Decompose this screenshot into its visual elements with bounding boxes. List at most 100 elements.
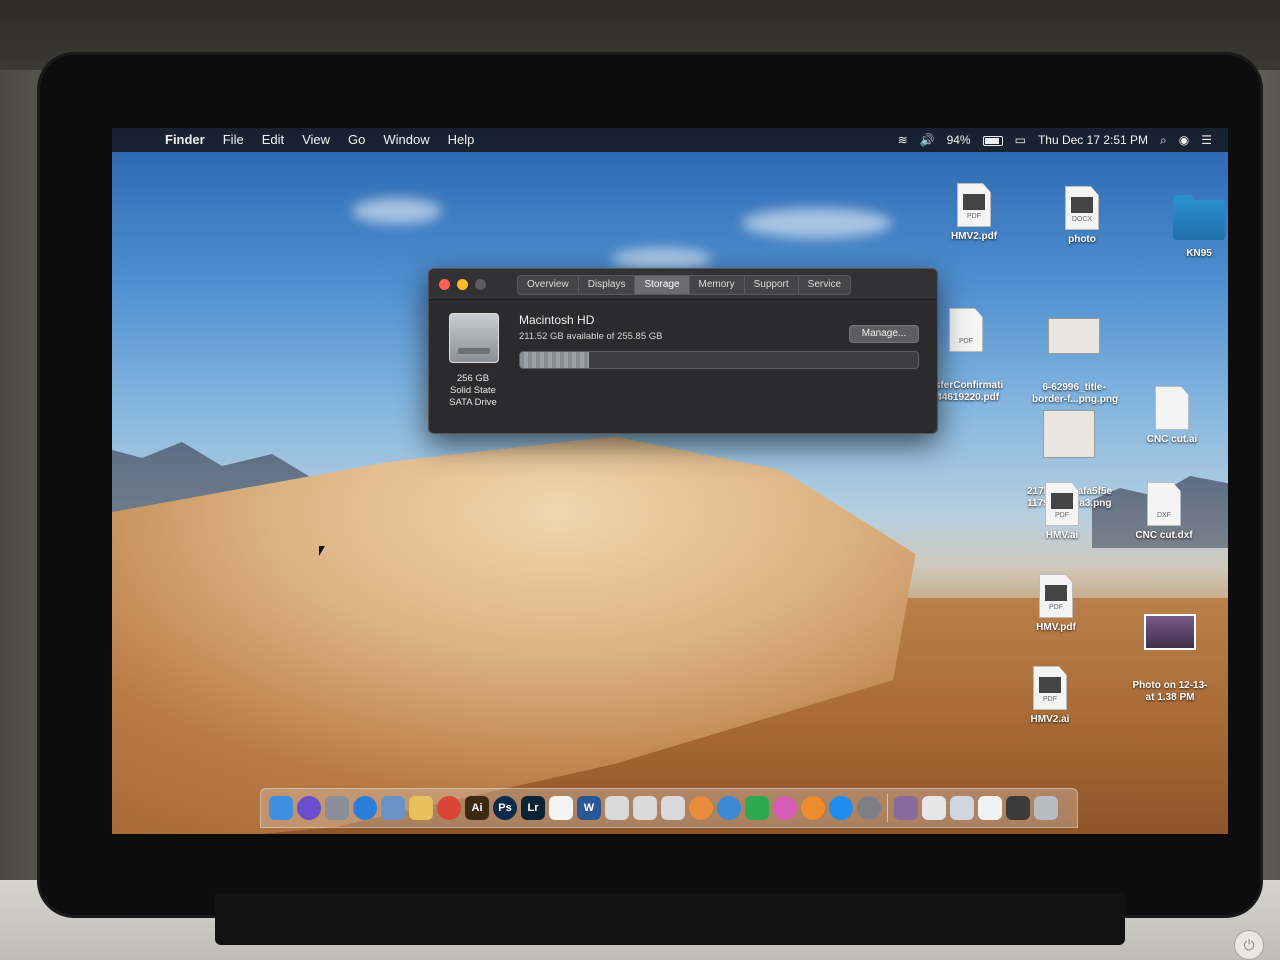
- siri-icon[interactable]: [297, 796, 321, 820]
- window-titlebar: Overview Displays Storage Memory Support…: [429, 269, 937, 300]
- finder-icon[interactable]: [269, 796, 293, 820]
- numbers-icon[interactable]: [633, 796, 657, 820]
- zoom-button[interactable]: [475, 279, 486, 290]
- disk-name: Macintosh HD: [519, 313, 595, 327]
- about-this-mac-window: Overview Displays Storage Memory Support…: [428, 268, 938, 434]
- lightroom-icon[interactable]: Lr: [521, 796, 545, 820]
- chart-app-icon[interactable]: [661, 796, 685, 820]
- drive-capacity: 256 GB: [456, 373, 490, 384]
- folder-label: KN95: [1186, 248, 1212, 259]
- file-label: Photo on 12-13- at 1.38 PM: [1132, 680, 1208, 703]
- battery-icon[interactable]: [977, 133, 1009, 147]
- trash-icon[interactable]: [1034, 796, 1058, 820]
- file-icon[interactable]: [978, 796, 1002, 820]
- window-icon[interactable]: [950, 796, 974, 820]
- file-label: photo: [1068, 234, 1096, 245]
- battery-percent[interactable]: 94%: [941, 133, 977, 147]
- tab-support[interactable]: Support: [744, 276, 799, 294]
- tab-bar: Overview Displays Storage Memory Support…: [517, 275, 852, 295]
- wifi-icon[interactable]: ≋: [892, 133, 914, 147]
- desktop-folder[interactable]: KN95: [1157, 195, 1228, 260]
- cloud: [352, 198, 442, 224]
- preview-icon[interactable]: [381, 796, 405, 820]
- drive-description: 256 GB Solid State SATA Drive: [435, 373, 511, 409]
- menu-go[interactable]: Go: [339, 128, 374, 152]
- photo-booth-icon[interactable]: [894, 796, 918, 820]
- desktop-file[interactable]: DOCX photo: [1040, 186, 1124, 246]
- globe-icon[interactable]: [717, 796, 741, 820]
- tab-storage[interactable]: Storage: [635, 276, 690, 294]
- app-store-icon[interactable]: [829, 796, 853, 820]
- menu-file[interactable]: File: [214, 128, 253, 152]
- minimize-button[interactable]: [457, 279, 468, 290]
- laptop-hinge: [215, 893, 1125, 945]
- safari-icon[interactable]: [353, 796, 377, 820]
- pdf-icon: PDF: [949, 308, 983, 352]
- desktop-file[interactable]: CNC cut.ai: [1130, 386, 1214, 446]
- volume-icon[interactable]: 🔊: [914, 133, 941, 147]
- desktop-file[interactable]: DXF CNC cut.dxf: [1122, 482, 1206, 542]
- dxf-icon: DXF: [1147, 482, 1181, 526]
- ai-file-icon: PDF: [1045, 482, 1079, 526]
- file-label: HMV.ai: [1045, 530, 1079, 541]
- storage-usage-fill: [520, 352, 589, 368]
- image-icon: [1043, 410, 1095, 458]
- spotlight-icon[interactable]: ⌕: [1154, 133, 1173, 148]
- menu-window[interactable]: Window: [374, 128, 438, 152]
- system-preferences-icon[interactable]: [857, 796, 881, 820]
- facetime-icon[interactable]: [745, 796, 769, 820]
- cloud: [612, 248, 712, 270]
- display-icon[interactable]: [1006, 796, 1030, 820]
- dock: Ai Ps Lr W: [260, 788, 1078, 828]
- drive-type: Solid State: [450, 385, 496, 396]
- menu-bar: Finder File Edit View Go Window Help ≋ 🔊…: [112, 128, 1228, 152]
- folder-icon: [1173, 195, 1225, 240]
- menu-edit[interactable]: Edit: [253, 128, 293, 152]
- flag-icon[interactable]: ▭: [1009, 133, 1032, 147]
- hard-drive-icon: [449, 313, 499, 363]
- image-icon: [1048, 318, 1100, 354]
- tab-service[interactable]: Service: [798, 276, 851, 294]
- desktop-file[interactable]: PDF HMV.pdf: [1014, 574, 1098, 634]
- sheets-icon[interactable]: [605, 796, 629, 820]
- menu-view[interactable]: View: [293, 128, 339, 152]
- photos-icon[interactable]: [689, 796, 713, 820]
- calendar-icon[interactable]: [549, 796, 573, 820]
- file-label: HMV2.ai: [1030, 714, 1070, 725]
- docx-icon: DOCX: [1065, 186, 1099, 230]
- file-label: HMV2.pdf: [950, 231, 998, 242]
- desktop-file[interactable]: PDF HMV2.ai: [1008, 666, 1092, 726]
- desktop-file[interactable]: PDF HMV.ai: [1020, 482, 1104, 542]
- tab-displays[interactable]: Displays: [578, 276, 636, 294]
- pdf-icon: PDF: [1039, 574, 1073, 618]
- drive-interface: SATA Drive: [449, 397, 497, 408]
- desktop-file[interactable]: Photo on 12-13- at 1.38 PM: [1128, 590, 1212, 728]
- launchpad-icon[interactable]: [325, 796, 349, 820]
- manage-button[interactable]: Manage...: [849, 325, 919, 343]
- notification-center-icon[interactable]: ☰: [1195, 133, 1218, 147]
- word-icon[interactable]: W: [577, 796, 601, 820]
- file-label: CNC cut.dxf: [1135, 530, 1193, 541]
- cloud: [742, 208, 892, 238]
- notes-icon[interactable]: [409, 796, 433, 820]
- pdf-icon: PDF: [957, 183, 991, 227]
- music-icon[interactable]: [773, 796, 797, 820]
- books-icon[interactable]: [801, 796, 825, 820]
- photoshop-icon[interactable]: Ps: [493, 796, 517, 820]
- tab-memory[interactable]: Memory: [689, 276, 745, 294]
- mouse-cursor-icon: [319, 546, 325, 556]
- disk-available: 211.52 GB available of 255.85 GB: [519, 331, 663, 342]
- desktop-file[interactable]: PDF HMV2.pdf: [932, 183, 1016, 243]
- screen: Finder File Edit View Go Window Help ≋ 🔊…: [112, 128, 1228, 834]
- file-label: CNC cut.ai: [1146, 434, 1198, 445]
- clock[interactable]: Thu Dec 17 2:51 PM: [1032, 133, 1154, 147]
- document-icon[interactable]: [922, 796, 946, 820]
- storage-usage-bar: [519, 351, 919, 369]
- menu-finder[interactable]: Finder: [156, 128, 214, 152]
- close-button[interactable]: [439, 279, 450, 290]
- siri-menu-icon[interactable]: ◉: [1173, 133, 1195, 147]
- illustrator-icon[interactable]: Ai: [465, 796, 489, 820]
- tab-overview[interactable]: Overview: [518, 276, 579, 294]
- chrome-icon[interactable]: [437, 796, 461, 820]
- menu-help[interactable]: Help: [439, 128, 484, 152]
